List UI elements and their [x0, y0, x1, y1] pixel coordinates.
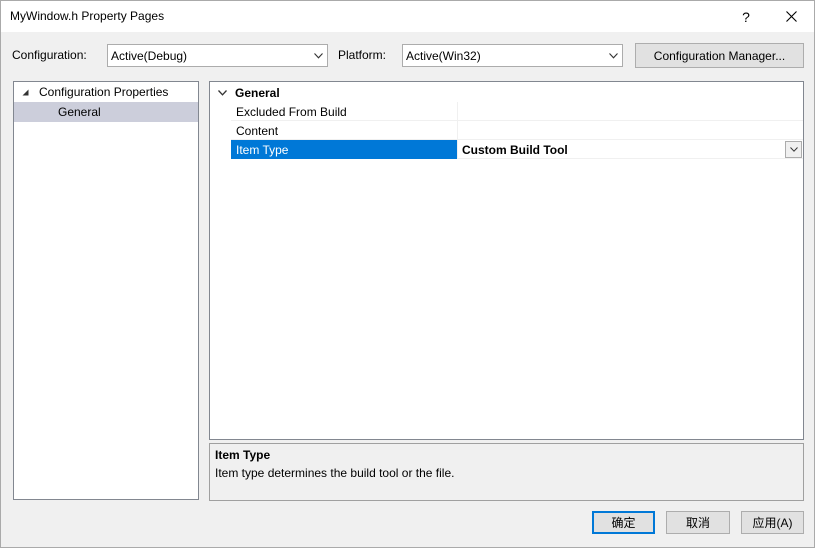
property-name: Excluded From Build: [231, 102, 458, 121]
description-text: Item type determines the build tool or t…: [215, 466, 455, 480]
property-grid: General Excluded From Build Content Item…: [209, 81, 804, 440]
configuration-combo[interactable]: Active(Debug): [107, 44, 328, 67]
category-row-general[interactable]: General: [211, 83, 803, 102]
help-button[interactable]: ?: [729, 1, 763, 32]
category-tree: Configuration Properties General: [13, 81, 199, 500]
chevron-down-icon: [605, 45, 622, 66]
tree-item-label: General: [58, 105, 101, 119]
configuration-label: Configuration:: [12, 48, 87, 62]
apply-button[interactable]: 应用(A): [741, 511, 804, 534]
property-name: Content: [231, 121, 458, 140]
property-value-item-type[interactable]: Custom Build Tool: [458, 140, 803, 159]
platform-combo[interactable]: Active(Win32): [402, 44, 623, 67]
property-pages-dialog: MyWindow.h Property Pages ? Configuratio…: [0, 0, 815, 548]
row-gutter: [211, 121, 231, 140]
close-button[interactable]: [774, 1, 808, 32]
chevron-down-icon: [310, 45, 327, 66]
close-icon: [785, 11, 797, 22]
chevron-down-icon: [789, 147, 798, 152]
description-title: Item Type: [215, 448, 271, 462]
configuration-value: Active(Debug): [111, 48, 188, 63]
property-row-content[interactable]: Content: [211, 121, 803, 140]
tree-item-general[interactable]: General: [14, 102, 198, 122]
window-title: MyWindow.h Property Pages: [10, 9, 165, 23]
configuration-manager-button[interactable]: Configuration Manager...: [635, 43, 804, 68]
value-dropdown-button[interactable]: [785, 141, 802, 158]
chevron-down-icon[interactable]: [213, 89, 231, 96]
property-value[interactable]: [458, 121, 803, 140]
category-label: General: [235, 85, 280, 100]
ok-button[interactable]: 确定: [592, 511, 655, 534]
description-pane: Item Type Item type determines the build…: [209, 443, 804, 501]
property-row-excluded-from-build[interactable]: Excluded From Build: [211, 102, 803, 121]
row-gutter: [211, 102, 231, 121]
tree-item-label: Configuration Properties: [39, 85, 169, 99]
collapse-triangle-icon[interactable]: [22, 89, 32, 96]
title-bar: MyWindow.h Property Pages ?: [1, 1, 814, 32]
property-row-item-type[interactable]: Item Type Custom Build Tool: [211, 140, 803, 159]
platform-value: Active(Win32): [406, 48, 481, 63]
property-value-text: Custom Build Tool: [462, 142, 568, 157]
cancel-button[interactable]: 取消: [666, 511, 730, 534]
tree-item-configuration-properties[interactable]: Configuration Properties: [14, 82, 198, 102]
row-gutter: [211, 140, 231, 159]
platform-label: Platform:: [338, 48, 387, 62]
property-value[interactable]: [458, 102, 803, 121]
property-name: Item Type: [231, 140, 458, 159]
